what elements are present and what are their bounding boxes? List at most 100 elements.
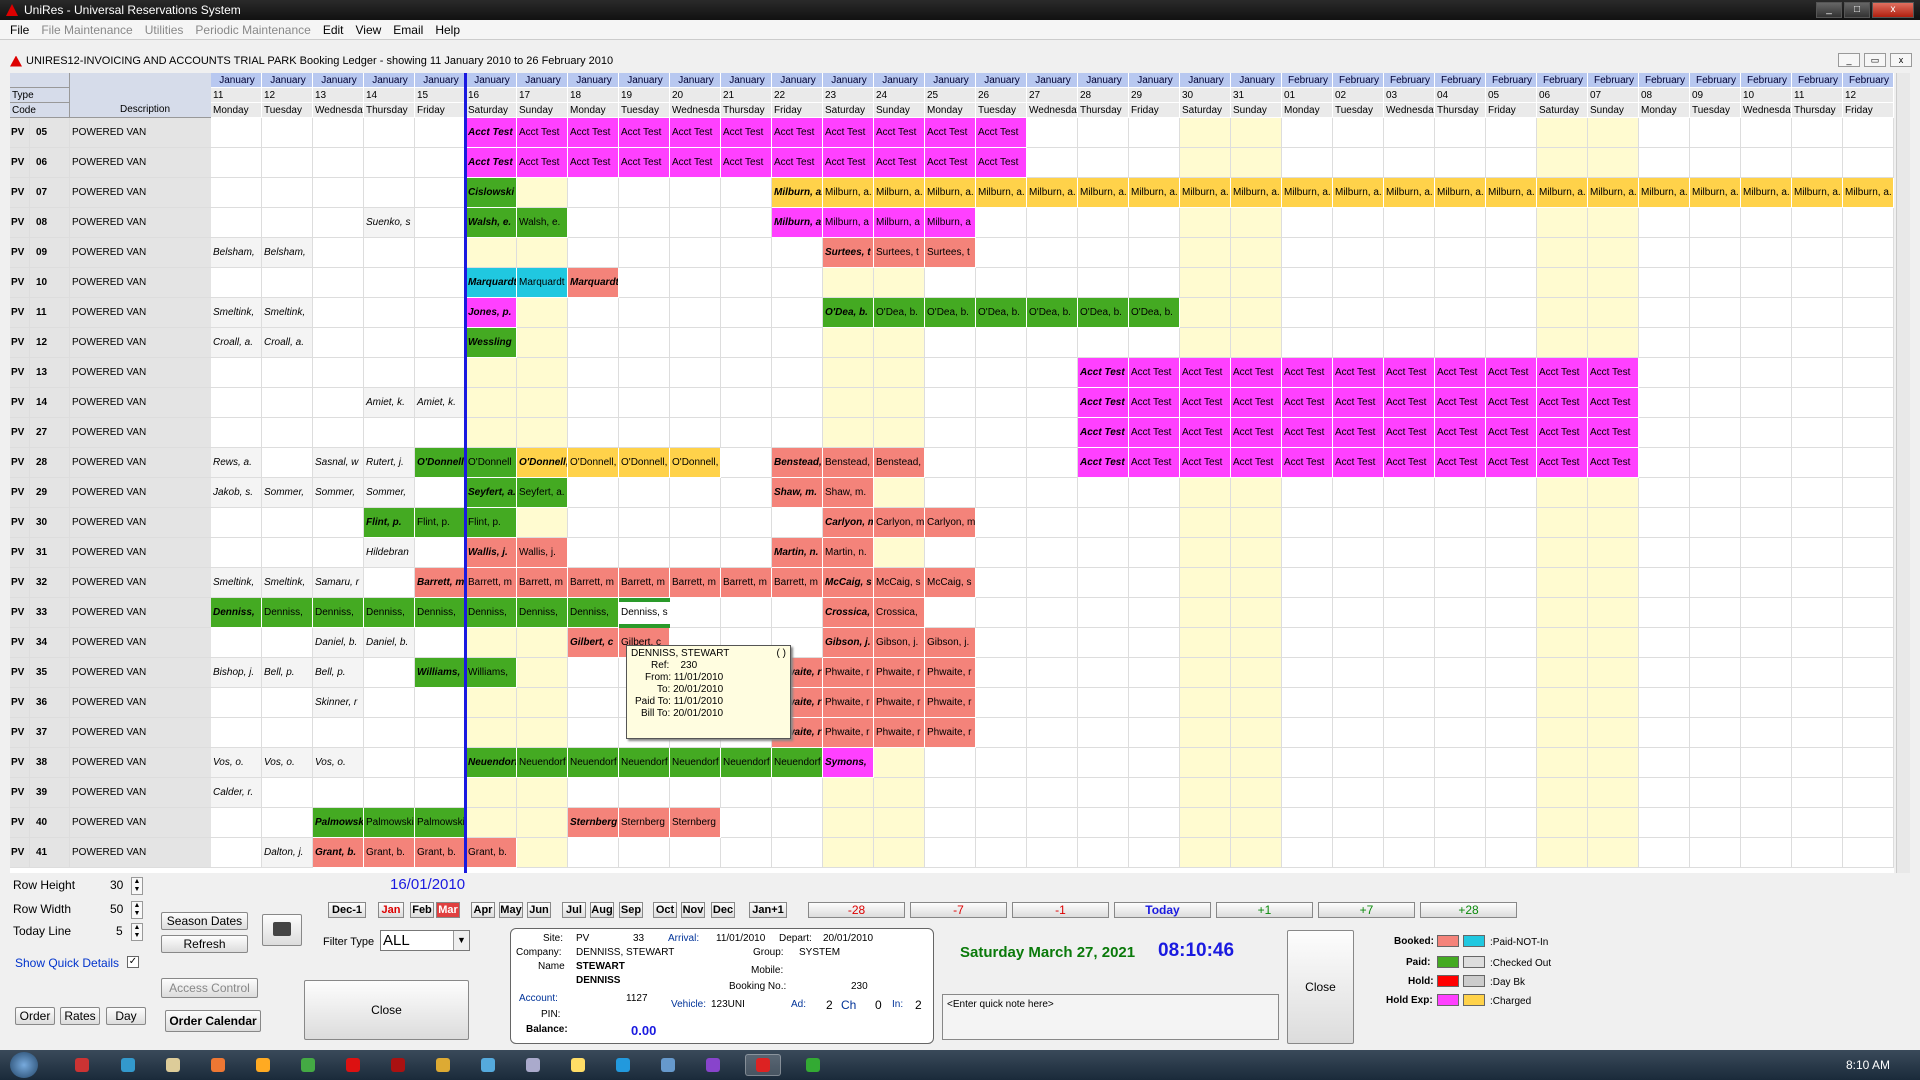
booking-cell[interactable]: Acct Test bbox=[925, 118, 976, 148]
grid-cell[interactable] bbox=[976, 718, 1027, 748]
past-booking-cell[interactable]: Smeltink, bbox=[211, 298, 262, 328]
booking-cell[interactable]: Acct Test bbox=[670, 118, 721, 148]
booking-cell[interactable]: O'Donnell, bbox=[517, 448, 568, 478]
grid-cell[interactable] bbox=[313, 238, 364, 268]
grid-cell[interactable] bbox=[1333, 538, 1384, 568]
minimize-button[interactable]: _ bbox=[1816, 2, 1842, 18]
grid-cell[interactable] bbox=[1588, 538, 1639, 568]
unires-task-icon[interactable] bbox=[745, 1054, 781, 1076]
booking-cell[interactable]: Milburn, a. bbox=[925, 178, 976, 208]
grid-cell[interactable] bbox=[1690, 208, 1741, 238]
grid-cell[interactable] bbox=[1078, 118, 1129, 148]
grid-cell[interactable] bbox=[772, 268, 823, 298]
grid-cell[interactable] bbox=[1843, 208, 1894, 238]
booking-cell[interactable]: Neuendorf bbox=[466, 748, 517, 778]
booking-cell[interactable]: Marquardt bbox=[466, 268, 517, 298]
booking-cell[interactable]: Acct Test bbox=[1078, 418, 1129, 448]
grid-cell[interactable] bbox=[976, 238, 1027, 268]
grid-cell[interactable] bbox=[1078, 628, 1129, 658]
booking-cell[interactable]: Walsh, e. bbox=[466, 208, 517, 238]
grid-cell[interactable] bbox=[364, 328, 415, 358]
booking-cell[interactable]: Acct Test bbox=[1231, 388, 1282, 418]
booking-cell[interactable]: Milburn, a bbox=[823, 208, 874, 238]
grid-cell[interactable] bbox=[1282, 778, 1333, 808]
booking-cell[interactable]: Milburn, a. bbox=[1690, 178, 1741, 208]
grid-cell[interactable] bbox=[1741, 718, 1792, 748]
grid-cell[interactable] bbox=[262, 358, 313, 388]
grid-cell[interactable] bbox=[1843, 748, 1894, 778]
grid-cell[interactable] bbox=[1690, 358, 1741, 388]
ledger-minimize-button[interactable]: _ bbox=[1838, 53, 1860, 67]
grid-cell[interactable] bbox=[1027, 238, 1078, 268]
grid-cell[interactable] bbox=[364, 688, 415, 718]
grid-cell[interactable] bbox=[1435, 658, 1486, 688]
past-booking-cell[interactable]: Vos, o. bbox=[313, 748, 364, 778]
grid-cell[interactable] bbox=[1129, 628, 1180, 658]
grid-cell[interactable] bbox=[211, 388, 262, 418]
grid-cell[interactable] bbox=[1792, 628, 1843, 658]
booking-cell[interactable]: Milburn, a. bbox=[772, 178, 823, 208]
grid-cell[interactable] bbox=[1129, 568, 1180, 598]
booking-cell[interactable]: Phwaite, r bbox=[925, 688, 976, 718]
booking-cell[interactable]: Acct Test bbox=[1231, 358, 1282, 388]
booking-cell[interactable]: Acct Test bbox=[1078, 448, 1129, 478]
excel-icon[interactable] bbox=[795, 1054, 831, 1076]
grid-cell[interactable] bbox=[1486, 148, 1537, 178]
grid-cell[interactable] bbox=[1639, 208, 1690, 238]
grid-cell[interactable] bbox=[415, 778, 466, 808]
grid-cell[interactable] bbox=[1690, 388, 1741, 418]
grid-cell[interactable] bbox=[976, 598, 1027, 628]
grid-cell[interactable] bbox=[1231, 328, 1282, 358]
grid-cell[interactable] bbox=[415, 268, 466, 298]
booking-cell[interactable]: Grant, b. bbox=[466, 838, 517, 868]
grid-cell[interactable] bbox=[1180, 208, 1231, 238]
grid-cell[interactable] bbox=[925, 598, 976, 628]
grid-cell[interactable] bbox=[1639, 478, 1690, 508]
grid-cell[interactable] bbox=[568, 838, 619, 868]
grid-cell[interactable] bbox=[1282, 568, 1333, 598]
booking-cell[interactable]: Sternberg bbox=[670, 808, 721, 838]
row-height-value[interactable]: 30 bbox=[110, 878, 123, 892]
grid-cell[interactable] bbox=[721, 808, 772, 838]
menu-item-file[interactable]: File bbox=[4, 23, 35, 37]
grid-cell[interactable] bbox=[1180, 808, 1231, 838]
grid-cell[interactable] bbox=[415, 178, 466, 208]
grid-cell[interactable] bbox=[874, 418, 925, 448]
booking-cell[interactable]: O'Dea, b. bbox=[874, 298, 925, 328]
grid-cell[interactable] bbox=[1333, 718, 1384, 748]
grid-cell[interactable] bbox=[1180, 268, 1231, 298]
grid-cell[interactable] bbox=[1690, 418, 1741, 448]
access-control-button[interactable]: Access Control bbox=[161, 978, 258, 998]
grid-cell[interactable] bbox=[1486, 478, 1537, 508]
menu-item-periodic-maintenance[interactable]: Periodic Maintenance bbox=[189, 23, 316, 37]
ledger-close-button[interactable]: x bbox=[1890, 53, 1912, 67]
grid-cell[interactable] bbox=[1690, 508, 1741, 538]
grid-cell[interactable] bbox=[1333, 628, 1384, 658]
opera-icon[interactable] bbox=[335, 1054, 371, 1076]
grid-cell[interactable] bbox=[211, 208, 262, 238]
grid-cell[interactable] bbox=[1741, 508, 1792, 538]
grid-cell[interactable] bbox=[1486, 838, 1537, 868]
past-booking-cell[interactable]: Croall, a. bbox=[262, 328, 313, 358]
month-button-jun[interactable]: Jun bbox=[527, 902, 551, 918]
grid-cell[interactable] bbox=[874, 538, 925, 568]
grid-cell[interactable] bbox=[1792, 688, 1843, 718]
grid-cell[interactable] bbox=[976, 448, 1027, 478]
grid-cell[interactable] bbox=[874, 838, 925, 868]
grid-cell[interactable] bbox=[1843, 388, 1894, 418]
booking-cell[interactable]: Milburn, a. bbox=[1792, 178, 1843, 208]
grid-cell[interactable] bbox=[211, 538, 262, 568]
grid-cell[interactable] bbox=[1792, 718, 1843, 748]
grid-cell[interactable] bbox=[1435, 148, 1486, 178]
grid-cell[interactable] bbox=[1384, 568, 1435, 598]
grid-cell[interactable] bbox=[1027, 748, 1078, 778]
grid-cell[interactable] bbox=[1639, 628, 1690, 658]
close-button-right[interactable]: Close bbox=[1287, 930, 1354, 1044]
grid-cell[interactable] bbox=[364, 178, 415, 208]
grid-cell[interactable] bbox=[1435, 598, 1486, 628]
grid-cell[interactable] bbox=[313, 268, 364, 298]
grid-cell[interactable] bbox=[1537, 718, 1588, 748]
grid-cell[interactable] bbox=[1384, 748, 1435, 778]
grid-cell[interactable] bbox=[1537, 838, 1588, 868]
booking-cell[interactable]: Neuendorf bbox=[670, 748, 721, 778]
